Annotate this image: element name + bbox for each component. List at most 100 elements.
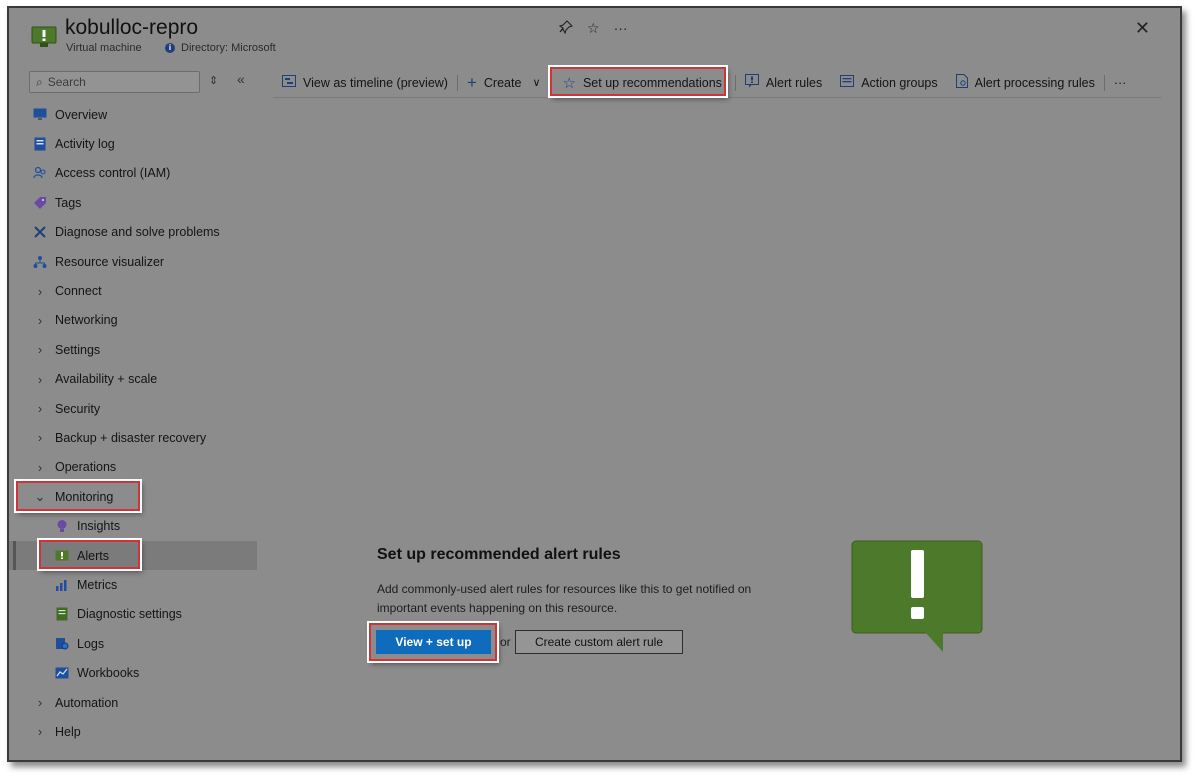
sidebar-item-label: Diagnose and solve problems [55,225,220,240]
sidebar-item-label: Diagnostic settings [77,607,182,622]
people-icon [33,166,47,180]
view-set-up-button[interactable]: View + set up [376,630,491,654]
create-label: Create [483,75,522,90]
sidebar-item-label: Workbooks [77,666,140,681]
timeline-icon [282,75,296,90]
log-icon [33,137,47,151]
sidebar-item-alerts[interactable]: Alerts [9,540,257,571]
action-groups-label: Action groups [861,75,938,90]
sidebar-group-operations[interactable]: › Operations [9,453,257,482]
chevron-right-icon: › [37,430,43,446]
empty-state-title: Set up recommended alert rules [377,546,621,563]
sidebar-item-diagnose[interactable]: Diagnose and solve problems [9,218,257,247]
sidebar-item-label: Tags [55,195,82,210]
command-bar: View as timeline (preview) + Create ∨ ☆ … [273,68,1161,98]
sidebar-group-connect[interactable]: › Connect [9,276,257,305]
sidebar-item-overview[interactable]: Overview [9,100,257,129]
vm-alert-icon [31,26,57,47]
sidebar-item-label: Networking [55,313,118,328]
metrics-icon [55,578,69,592]
alert-rules-button[interactable]: Alert rules [736,68,831,98]
action-groups-icon [840,75,855,90]
chevron-right-icon: › [37,371,43,387]
close-icon[interactable]: ✕ [1135,18,1150,39]
more-commands-button[interactable]: ··· [1105,68,1136,98]
alert-illustration-icon [851,540,983,652]
blade-header: kobulloc-repro Virtual machine i Directo… [9,8,1180,68]
create-custom-alert-rule-button[interactable]: Create custom alert rule [515,630,683,654]
tag-icon [33,196,47,210]
processing-rules-label: Alert processing rules [974,75,1095,90]
search-input[interactable] [47,75,188,89]
view-timeline-button[interactable]: View as timeline (preview) [273,68,457,98]
sidebar-menu: Overview Activity log Access control (IA… [9,100,257,747]
resource-type: Virtual machine [66,42,142,54]
insights-icon [55,519,69,533]
chevron-right-icon: › [37,283,43,299]
star-icon: ☆ [562,74,576,92]
workbooks-icon [55,666,69,680]
sidebar-item-activity-log[interactable]: Activity log [9,129,257,158]
sidebar-item-workbooks[interactable]: Workbooks [9,658,257,687]
sidebar-item-resource-visualizer[interactable]: Resource visualizer [9,247,257,276]
sidebar-group-automation[interactable]: › Automation [9,688,257,717]
sidebar-search[interactable]: ⌕ [29,71,200,93]
sidebar-item-label: Settings [55,342,101,357]
sidebar-item-label: Operations [55,460,117,475]
chevron-right-icon: › [37,401,43,417]
alert-rules-icon [744,74,759,91]
diagnostic-settings-icon [55,607,69,621]
sidebar-group-security[interactable]: › Security [9,394,257,423]
favorite-star-icon[interactable]: ☆ [587,20,600,37]
sidebar-group-monitoring[interactable]: ⌄ Monitoring [9,482,257,511]
monitor-icon [33,108,47,122]
search-icon: ⌕ [36,74,43,89]
chevron-right-icon: › [37,312,43,328]
sort-icon[interactable]: ⇕ [209,74,218,87]
create-button[interactable]: + Create ∨ [458,68,550,98]
sidebar-group-networking[interactable]: › Networking [9,306,257,335]
processing-rules-icon [955,74,968,91]
hierarchy-icon [33,255,47,269]
page-title: kobulloc-repro [65,16,199,39]
sidebar-item-iam[interactable]: Access control (IAM) [9,159,257,188]
timeline-label: View as timeline (preview) [303,75,448,90]
sidebar-item-diagnostic-settings[interactable]: Diagnostic settings [9,600,257,629]
more-options-icon[interactable]: ··· [614,20,628,37]
sidebar-item-label: Help [55,724,81,739]
alert-processing-rules-button[interactable]: Alert processing rules [947,68,1104,98]
sidebar-item-label: Activity log [55,137,115,152]
collapse-sidebar-icon[interactable]: « [237,71,245,87]
action-groups-button[interactable]: Action groups [831,68,946,98]
sidebar-item-label: Logs [77,636,105,651]
alerts-icon [55,549,69,563]
sidebar-item-label: Security [55,401,101,416]
empty-state-description: Add commonly-used alert rules for resour… [377,582,752,615]
chevron-right-icon: › [37,459,43,475]
sidebar-item-label: Overview [55,107,108,122]
sidebar-item-label: Monitoring [55,489,114,504]
sidebar-item-label: Insights [77,519,121,534]
sidebar-item-insights[interactable]: Insights [9,511,257,540]
header-actions: ☆ ··· [558,20,628,37]
sidebar-item-metrics[interactable]: Metrics [9,570,257,599]
chevron-down-icon: ⌄ [34,488,46,504]
sidebar-group-settings[interactable]: › Settings [9,335,257,364]
directory-info: i Directory: Microsoft [165,42,276,54]
sidebar-item-label: Availability + scale [55,372,158,387]
sidebar-group-help[interactable]: › Help [9,717,257,746]
recommendations-label: Set up recommendations [582,75,722,90]
set-up-recommendations-button[interactable]: ☆ Set up recommendations [554,68,731,98]
sidebar-group-availability[interactable]: › Availability + scale [9,365,257,394]
chevron-right-icon: › [37,695,43,710]
directory-label: Directory: Microsoft [181,42,276,54]
sidebar-item-label: Access control (IAM) [55,166,171,181]
sidebar-group-backup[interactable]: › Backup + disaster recovery [9,423,257,452]
sidebar-item-logs[interactable]: Logs [9,629,257,658]
sidebar-item-tags[interactable]: Tags [9,188,257,217]
sidebar-item-label: Backup + disaster recovery [55,430,207,445]
sidebar-item-label: Resource visualizer [55,254,165,269]
sidebar-item-label: Alerts [77,548,109,563]
sidebar-item-label: Automation [55,695,119,710]
pin-icon[interactable] [558,20,574,37]
